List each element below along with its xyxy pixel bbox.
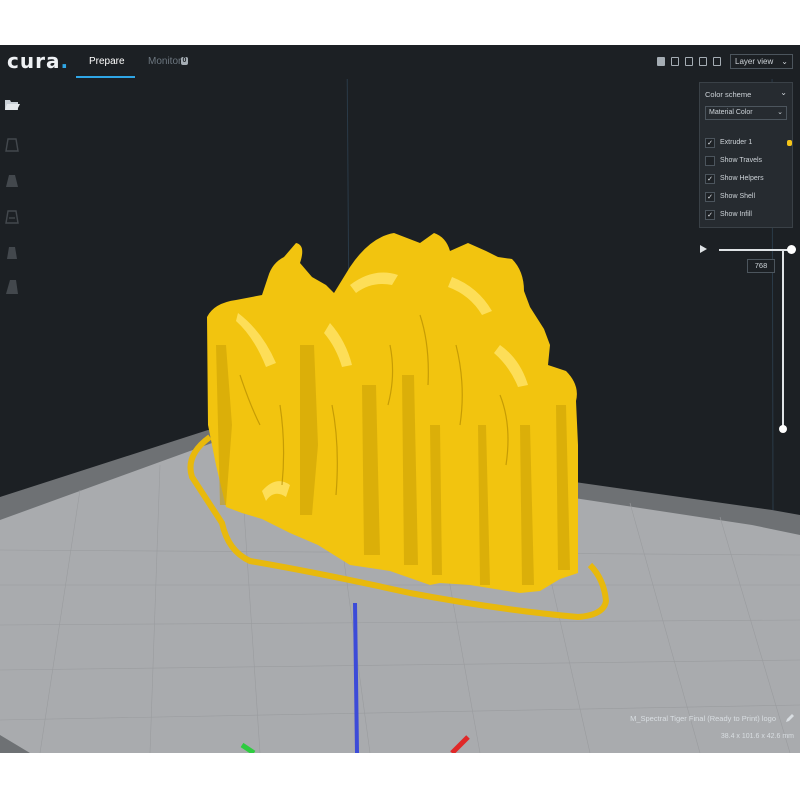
checkbox[interactable]: ✓ xyxy=(705,192,715,202)
top-view-icon[interactable] xyxy=(685,57,693,66)
option-label: Show Travels xyxy=(720,157,763,164)
left-view-icon[interactable] xyxy=(699,57,707,66)
logo-dot: . xyxy=(60,49,70,73)
color-scheme-panel: Color scheme ⌄ Material Color ⌄ ✓ Extrud… xyxy=(699,82,793,228)
rotate-tool-icon[interactable] xyxy=(4,209,20,225)
chevron-down-icon: ⌄ xyxy=(777,109,783,116)
view-mode-select[interactable]: Layer view ⌄ xyxy=(730,54,793,69)
monitor-badge: 0 xyxy=(181,57,188,65)
active-tab-indicator xyxy=(76,76,135,78)
checkbox[interactable]: ✓ xyxy=(705,210,715,220)
scale-tool-icon[interactable] xyxy=(4,173,20,189)
front-view-icon[interactable] xyxy=(671,57,679,66)
cura-logo: cura. xyxy=(7,49,69,73)
mirror-tool-icon[interactable] xyxy=(4,245,20,261)
edit-pencil-icon[interactable] xyxy=(784,712,796,724)
path-slider-handle[interactable] xyxy=(787,245,796,254)
panel-title: Color scheme xyxy=(705,90,752,99)
3d-view-icon[interactable] xyxy=(657,57,665,66)
option-extruder-1[interactable]: ✓ Extruder 1 xyxy=(705,138,792,150)
checkbox[interactable] xyxy=(705,156,715,166)
option-show-infill[interactable]: ✓ Show Infill xyxy=(705,210,791,222)
object-name: M_Spectral Tiger Final (Ready to Print) … xyxy=(630,714,776,723)
extruder-color-swatch xyxy=(787,140,792,146)
option-show-helpers[interactable]: ✓ Show Helpers xyxy=(705,174,791,186)
option-label: Extruder 1 xyxy=(720,139,753,146)
tab-prepare[interactable]: Prepare xyxy=(89,56,125,67)
support-blocker-icon[interactable] xyxy=(4,279,20,295)
3d-viewport[interactable] xyxy=(0,45,800,753)
move-tool-icon[interactable] xyxy=(4,137,20,153)
checkbox[interactable]: ✓ xyxy=(705,174,715,184)
color-scheme-select[interactable]: Material Color ⌄ xyxy=(705,106,787,120)
logo-text: cura xyxy=(7,49,61,73)
current-layer-field[interactable]: 768 xyxy=(747,259,775,273)
play-simulation-icon[interactable] xyxy=(700,245,707,253)
cura-window: cura. Prepare Monitor 0 Layer view ⌄ Col… xyxy=(0,45,800,753)
left-toolbar xyxy=(0,91,24,301)
option-label: Show Helpers xyxy=(720,175,764,182)
chevron-down-icon: ⌄ xyxy=(781,57,788,66)
object-dimensions: 38.4 x 101.6 x 42.6 mm xyxy=(720,733,794,740)
layer-slider-track[interactable] xyxy=(782,250,784,430)
option-label: Show Shell xyxy=(720,193,756,200)
option-show-travels[interactable]: Show Travels xyxy=(705,156,791,168)
option-label: Show Infill xyxy=(720,211,752,218)
chevron-down-icon[interactable]: ⌄ xyxy=(780,88,787,97)
tab-monitor[interactable]: Monitor xyxy=(148,56,181,67)
header-bar: cura. Prepare Monitor 0 Layer view ⌄ xyxy=(0,45,800,79)
open-file-icon[interactable] xyxy=(4,97,20,113)
path-slider-track[interactable] xyxy=(719,249,791,251)
view-mode-label: Layer view xyxy=(735,57,774,66)
checkbox[interactable]: ✓ xyxy=(705,138,715,148)
color-scheme-value: Material Color xyxy=(709,109,753,116)
option-show-shell[interactable]: ✓ Show Shell xyxy=(705,192,791,204)
right-view-icon[interactable] xyxy=(713,57,721,66)
layer-slider-bottom-handle[interactable] xyxy=(779,425,787,433)
z-axis xyxy=(353,602,359,753)
